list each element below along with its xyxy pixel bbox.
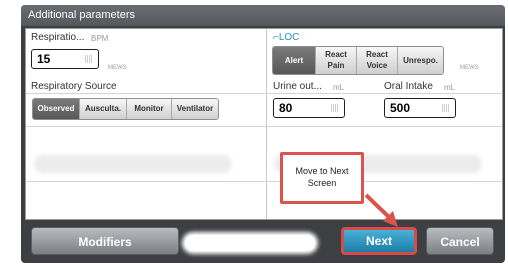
oral-intake-label: Oral Intake — [384, 81, 433, 92]
keypad-icon — [442, 104, 450, 112]
column-divider — [266, 29, 267, 219]
annotation-text-line1: Move to Next — [295, 166, 349, 176]
loc-option-react-pain[interactable]: React Pain — [316, 47, 357, 74]
urine-output-value: 80 — [279, 101, 293, 115]
respiration-value: 15 — [37, 52, 51, 66]
row-divider-2 — [26, 126, 502, 127]
loc-option-alert[interactable]: Alert — [273, 47, 316, 74]
respiration-mews-tag: MEWS — [108, 65, 127, 71]
keypad-icon — [331, 104, 339, 112]
source-option-ventilator[interactable]: Ventilator — [172, 99, 218, 119]
cancel-button[interactable]: Cancel — [426, 227, 494, 255]
respiration-input[interactable]: 15 — [31, 49, 99, 69]
loc-selector: Alert React Pain React Voice Unrespo. — [272, 46, 444, 75]
parameters-panel: Respiratio... BPM 15 MEWS ⌐LOC Alert Rea… — [25, 28, 503, 220]
oral-intake-value: 500 — [390, 101, 411, 115]
redacted-area-left — [38, 159, 228, 169]
loc-label: ⌐LOC — [273, 32, 300, 43]
loc-mews-tag: MEWS — [460, 65, 479, 71]
oral-intake-unit: mL — [444, 83, 456, 92]
respiratory-source-selector: Observed Ausculta. Monitor Ventilator — [32, 98, 219, 120]
loc-option-unresponsive[interactable]: Unrespo. — [398, 47, 443, 74]
respiration-unit: BPM — [91, 34, 109, 43]
respiratory-source-label: Respiratory Source — [31, 81, 117, 92]
source-option-monitor[interactable]: Monitor — [127, 99, 172, 119]
urine-output-unit: mL — [333, 83, 345, 92]
oral-intake-input[interactable]: 500 — [384, 98, 456, 118]
dialog-title: Additional parameters — [21, 5, 505, 26]
loc-option-react-voice[interactable]: React Voice — [357, 47, 398, 74]
respiration-label: Respiratio... — [31, 32, 85, 43]
annotation-callout: Move to Next Screen — [280, 152, 364, 204]
keypad-icon — [85, 55, 93, 63]
row-divider-1 — [26, 93, 502, 94]
source-option-auscultation[interactable]: Ausculta. — [80, 99, 127, 119]
urine-output-label: Urine out... — [273, 81, 322, 92]
source-option-observed[interactable]: Observed — [33, 99, 80, 119]
row-divider-3 — [26, 181, 502, 182]
urine-output-input[interactable]: 80 — [273, 98, 345, 118]
next-button[interactable]: Next — [341, 227, 417, 255]
annotation-text-line2: Screen — [307, 178, 337, 188]
modifiers-button[interactable]: Modifiers — [31, 227, 179, 255]
redacted-area-footer — [185, 235, 315, 251]
dialog-window: Additional parameters Respiratio... BPM … — [21, 5, 505, 263]
